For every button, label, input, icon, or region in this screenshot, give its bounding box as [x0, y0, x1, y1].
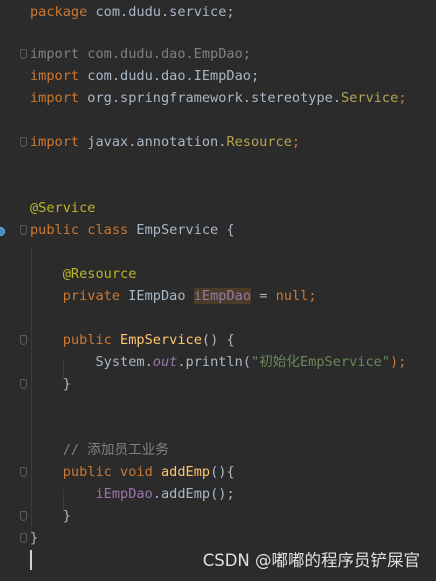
import-path: com.dudu.dao.IEmpDao;	[79, 68, 260, 84]
params: (){	[210, 464, 235, 480]
string-literal: "初始化EmpService"	[251, 354, 391, 370]
code-line: // 添加员工业务	[30, 439, 169, 461]
keyword: private	[62, 288, 121, 304]
keyword: package	[30, 4, 88, 20]
type-name: IEmpDao	[120, 288, 194, 304]
watermark: CSDN @嘟嘟的程序员铲屎官	[202, 551, 420, 570]
code-line: iEmpDao.addEmp();	[30, 483, 235, 505]
close-brace: }	[30, 530, 39, 546]
code-line: @Resource	[30, 263, 137, 285]
code-line: import javax.annotation.Resource;	[30, 131, 300, 153]
code-line: }	[30, 527, 38, 549]
class-name: Service	[341, 90, 399, 106]
comment: // 添加员工业务	[62, 442, 169, 458]
annotation: @Resource	[62, 266, 137, 282]
code-line: package com.dudu.service;	[30, 1, 235, 23]
keyword: public void	[62, 464, 153, 480]
code-line: import org.springframework.stereotype.Se…	[30, 87, 407, 109]
code-editor[interactable]: package com.dudu.service; import com.dud…	[0, 0, 436, 581]
params: () {	[201, 332, 235, 348]
fold-marker-icon[interactable]	[20, 49, 27, 59]
package-name: com.dudu.service;	[87, 4, 235, 20]
close-brace: }	[62, 508, 71, 524]
fold-marker-icon[interactable]	[20, 533, 27, 543]
code-line: private IEmpDao iEmpDao = null;	[30, 285, 317, 307]
code-line: public class EmpService {	[30, 219, 235, 241]
class-name: Resource	[226, 134, 292, 150]
static-field: out	[152, 354, 178, 370]
code-line: @Service	[30, 197, 95, 219]
code-line: }	[30, 505, 71, 527]
import-path: javax.annotation.	[79, 134, 227, 150]
code-line: System.out.println("初始化EmpService");	[30, 351, 406, 373]
unused-import: com.dudu.dao.EmpDao;	[79, 46, 251, 62]
text-caret	[30, 550, 32, 570]
field-name: iEmpDao	[193, 288, 252, 304]
keyword: import	[30, 90, 80, 106]
semicolon: ;	[398, 90, 407, 106]
spring-bean-icon[interactable]	[0, 227, 5, 236]
code-line: import com.dudu.dao.IEmpDao;	[30, 65, 259, 87]
fold-marker-icon[interactable]	[20, 379, 27, 389]
keyword: import	[30, 134, 80, 150]
import-path: org.springframework.stereotype.	[79, 90, 342, 106]
method-name: EmpService	[120, 332, 202, 348]
fold-marker-icon[interactable]	[20, 467, 27, 477]
fold-marker-icon[interactable]	[20, 137, 27, 147]
keyword: null	[275, 288, 309, 304]
code-line: import com.dudu.dao.EmpDao;	[30, 43, 251, 65]
fold-marker-icon[interactable]	[20, 511, 27, 521]
assign: =	[251, 288, 276, 304]
keyword: import	[30, 46, 80, 62]
keyword: public class	[30, 222, 129, 238]
call-end: );	[390, 354, 407, 370]
keyword: import	[30, 68, 80, 84]
method-call: .println(	[177, 354, 252, 370]
semicolon: ;	[291, 134, 301, 150]
fold-marker-icon[interactable]	[20, 225, 27, 235]
fold-marker-icon[interactable]	[20, 335, 27, 345]
class-declaration: EmpService {	[128, 222, 235, 238]
method-call: .addEmp();	[152, 486, 235, 502]
code-line: }	[30, 373, 71, 395]
method-name: addEmp	[160, 464, 211, 480]
field-ref: iEmpDao	[95, 486, 153, 502]
class-ref: System.	[95, 354, 153, 370]
code-line: public void addEmp(){	[30, 461, 235, 483]
close-brace: }	[62, 376, 71, 392]
code-line: public EmpService() {	[30, 329, 235, 351]
annotation: @Service	[30, 200, 96, 216]
semicolon: ;	[308, 288, 317, 304]
keyword: public	[62, 332, 112, 348]
